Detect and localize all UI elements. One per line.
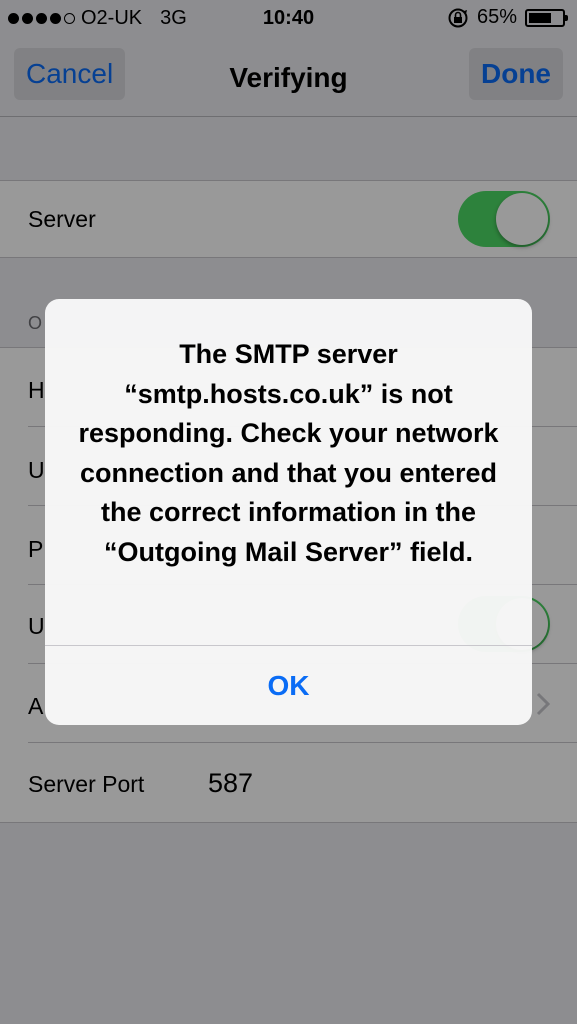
alert-message: The SMTP server “smtp.hosts.co.uk” is no… [78,339,499,567]
ok-button[interactable]: OK [45,646,532,725]
alert-dialog: The SMTP server “smtp.hosts.co.uk” is no… [45,299,532,725]
